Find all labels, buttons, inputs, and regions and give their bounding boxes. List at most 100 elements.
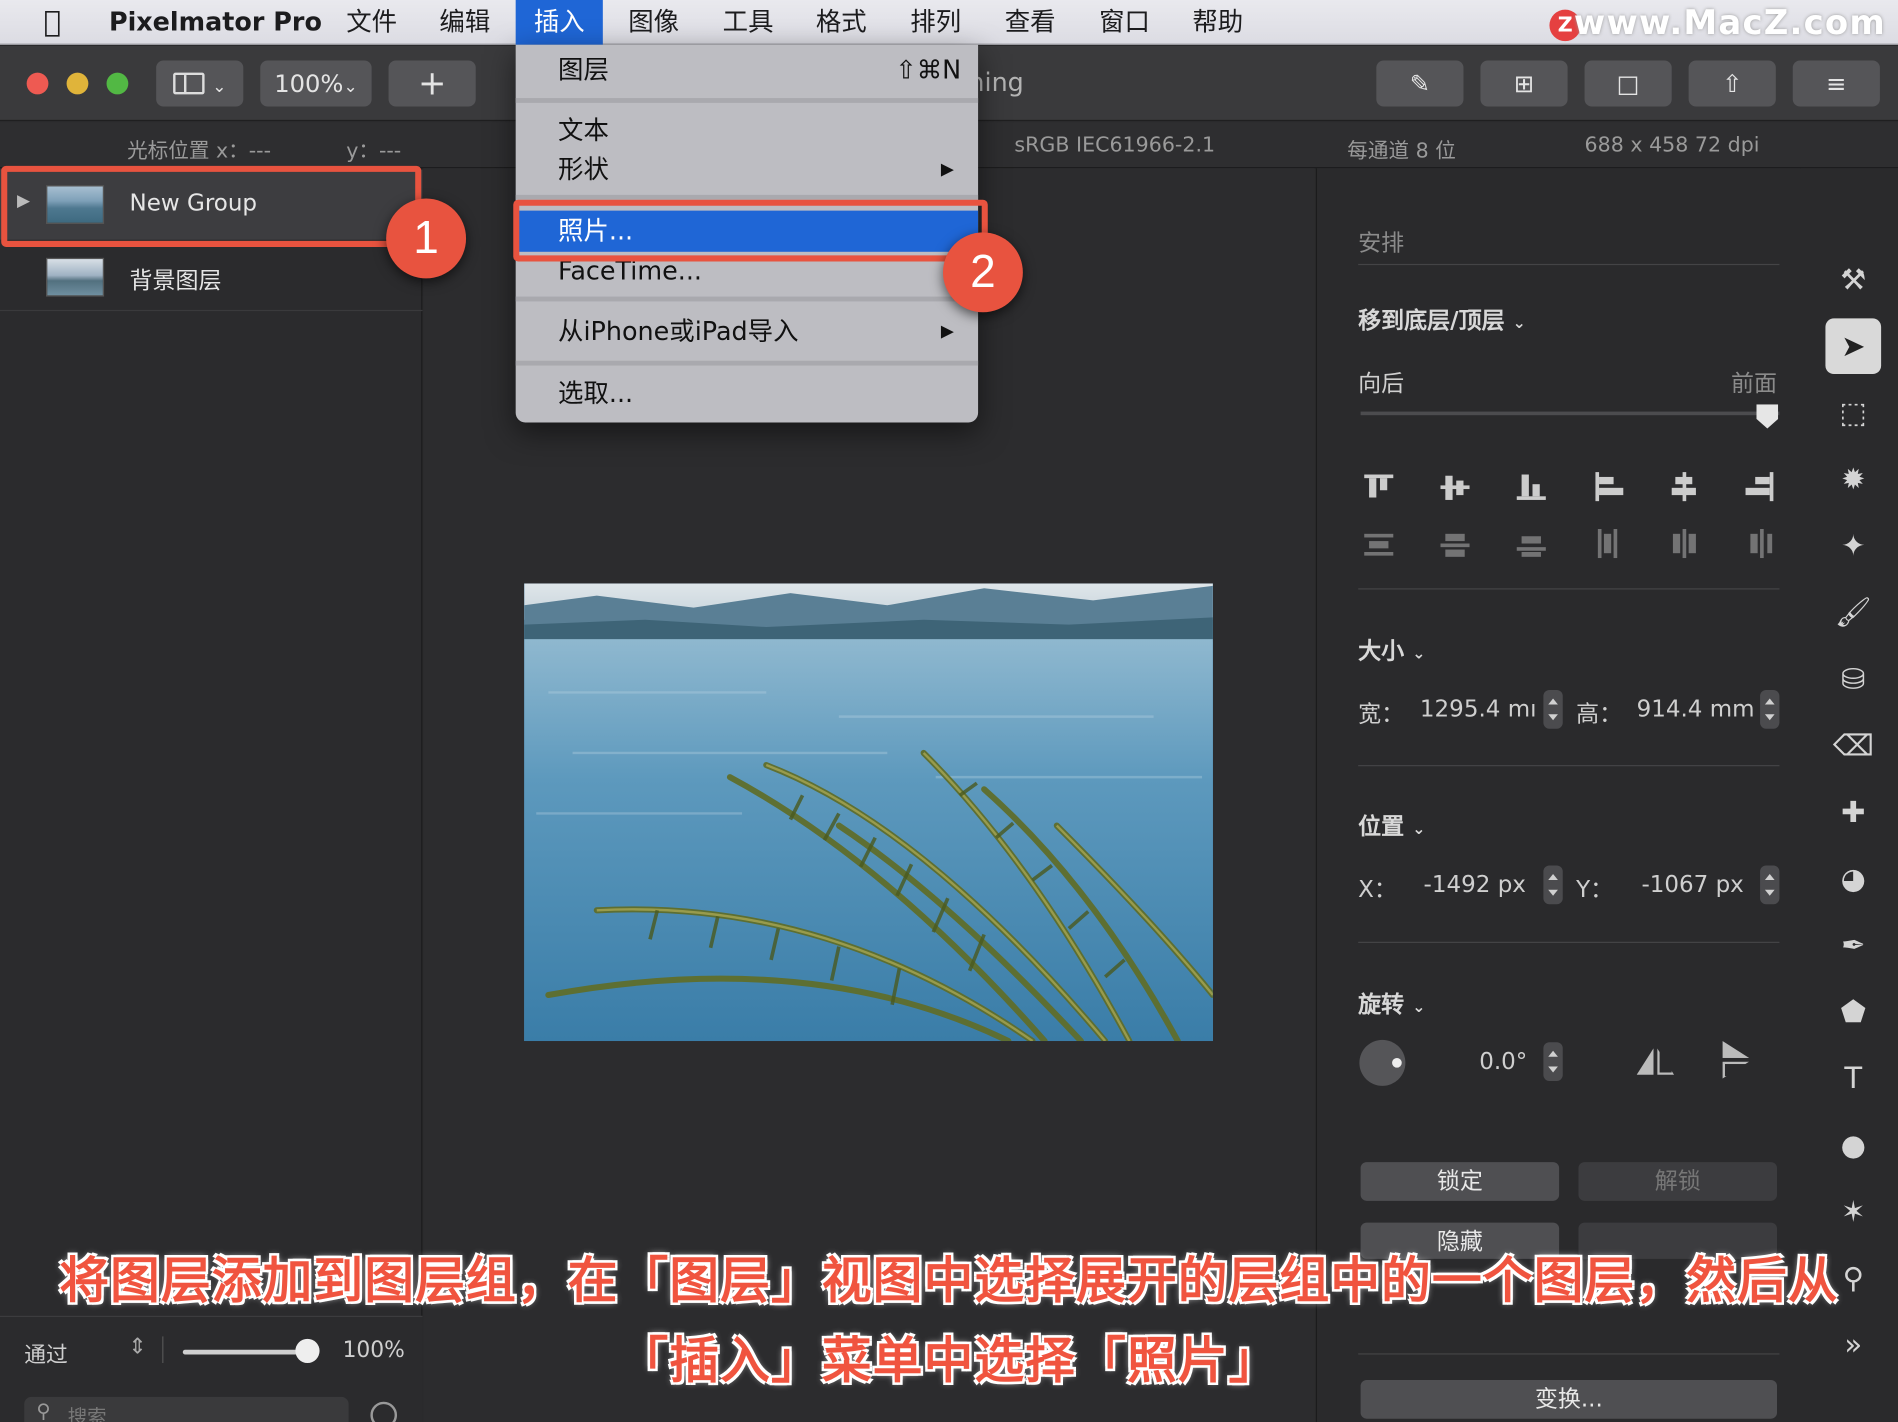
apple-icon[interactable]:  [34,0,71,45]
highlight-box-photo [513,200,988,262]
menu-window[interactable]: 窗口 [1089,0,1159,45]
menu-item-layer[interactable]: 图层⇧⌘N [516,50,978,91]
align-hcenter-icon[interactable] [1669,472,1700,503]
selection-tool-icon[interactable]: ⬚ [1825,385,1881,441]
close-window-button[interactable] [27,73,49,95]
app-menu[interactable]: Pixelmator Pro [99,0,331,45]
move-to-section[interactable]: 移到底层/顶层 ⌄ [1358,303,1526,336]
clone-stamp-icon[interactable]: ◕ [1825,851,1881,907]
arrange-slider[interactable] [1361,412,1780,416]
layer-row-background[interactable]: 背景图层 [0,241,422,311]
retouch-tool-button[interactable]: ✎ [1376,61,1463,107]
menu-insert[interactable]: 插入 [516,0,603,45]
share-button[interactable]: ⇧ [1689,61,1776,107]
paint-bucket-icon[interactable]: ⛁ [1825,651,1881,707]
pointer-tool-icon[interactable]: ➤ [1825,318,1881,374]
chevron-down-icon: ⌄ [1513,315,1526,333]
menu-item-shape[interactable]: 形状▶ [516,149,978,190]
height-stepper[interactable] [1760,690,1779,729]
color-adjust-icon[interactable]: ● [1825,1117,1881,1173]
canvas-image[interactable] [524,583,1213,1041]
chevron-down-icon: ⌄ [212,77,226,96]
back-label: 向后 [1358,366,1404,399]
rotate-section[interactable]: 旋转 ⌄ [1358,987,1425,1020]
width-stepper[interactable] [1543,690,1562,729]
rotation-stepper[interactable] [1543,1042,1562,1081]
sidebar-toggle-button[interactable]: ⌄ [156,61,243,107]
distribute-vcenter-icon[interactable] [1440,529,1471,560]
divider [1358,765,1779,766]
height-label: 高： [1576,696,1622,729]
layer-search-field[interactable]: ⚲ 搜索 [24,1397,348,1422]
align-vcenter-icon[interactable] [1440,472,1471,503]
menu-bar:  Pixelmator Pro 文件 编辑 插入 图像 工具 格式 排列 查看… [0,0,1898,45]
watermark: www.MacZ.com [1574,2,1886,42]
size-section[interactable]: 大小 ⌄ [1358,633,1425,666]
shape-tool-icon[interactable]: ⬟ [1825,984,1881,1040]
effects-tool-icon[interactable]: ✶ [1825,1184,1881,1240]
x-label: X： [1358,872,1397,905]
menu-arrange[interactable]: 排列 [901,0,971,45]
distribute-top-icon[interactable] [1364,529,1395,560]
layer-thumbnail [46,258,104,297]
repair-tool-icon[interactable]: ✚ [1825,784,1881,840]
distribute-bottom-icon[interactable] [1517,529,1548,560]
adjustments-button[interactable]: ≡ [1793,61,1880,107]
menu-view[interactable]: 查看 [995,0,1065,45]
filter-icon[interactable] [370,1402,397,1422]
width-field[interactable]: 1295.4 mı [1420,696,1537,723]
pen-tool-icon[interactable]: ✒ [1825,918,1881,974]
layers-panel: ▶ New Group 背景图层 [0,168,422,1422]
zoom-window-button[interactable] [107,73,129,95]
eraser-icon[interactable]: ⌫ [1825,718,1881,774]
distribute-right-icon[interactable] [1746,529,1777,560]
bandage-icon: ✎ [1410,69,1430,98]
rotation-field[interactable]: 0.0° [1479,1048,1527,1075]
flip-vertical-icon[interactable] [1720,1041,1751,1080]
menu-edit[interactable]: 编辑 [430,0,500,45]
share-icon: ⇧ [1722,69,1742,98]
paint-brush-icon[interactable]: 🖌 [1825,585,1881,641]
align-left-icon[interactable] [1593,472,1624,503]
rotation-dial[interactable] [1359,1040,1405,1086]
magic-wand-icon[interactable]: ✦ [1825,518,1881,574]
menu-item-import-iphone[interactable]: 从iPhone或iPad导入▶ [516,311,978,352]
y-field[interactable]: -1067 px [1641,872,1743,899]
position-section[interactable]: 位置 ⌄ [1358,809,1425,842]
flip-horizontal-icon[interactable] [1637,1046,1676,1077]
search-icon: ⚲ [36,1399,50,1422]
menu-item-text[interactable]: 文本 [516,110,978,151]
y-label: Y： [1576,872,1613,905]
y-stepper[interactable] [1760,866,1779,905]
unlock-button[interactable]: 解锁 [1578,1162,1777,1201]
height-field[interactable]: 914.4 mm [1637,696,1755,723]
add-button[interactable]: + [389,61,476,107]
crop-button[interactable]: ⊞ [1480,61,1567,107]
menu-image[interactable]: 图像 [619,0,689,45]
align-top-icon[interactable] [1364,472,1395,503]
align-bottom-icon[interactable] [1517,472,1548,503]
format-button[interactable]: □ [1585,61,1672,107]
layer-name: 背景图层 [130,263,222,296]
menu-item-choose[interactable]: 选取... [516,373,978,414]
lasso-tool-icon[interactable]: ✹ [1825,452,1881,508]
chevron-down-icon: ⌄ [343,77,357,96]
distribute-hcenter-icon[interactable] [1669,529,1700,560]
menu-tools[interactable]: 工具 [713,0,783,45]
menu-file[interactable]: 文件 [337,0,407,45]
zoom-dropdown[interactable]: 100%⌄ [260,61,371,107]
sidebar-icon [173,72,204,94]
menu-help[interactable]: 帮助 [1183,0,1253,45]
arrange-tool-icon[interactable]: ⚒ [1825,252,1881,308]
cursor-x: 光标位置 x：--- [127,133,271,163]
submenu-arrow-icon: ▶ [941,149,954,190]
menu-format[interactable]: 格式 [806,0,876,45]
x-stepper[interactable] [1543,866,1562,905]
align-right-icon[interactable] [1746,472,1777,503]
x-field[interactable]: -1492 px [1424,872,1526,899]
lock-button[interactable]: 锁定 [1361,1162,1560,1201]
minimize-window-button[interactable] [67,73,89,95]
text-tool-icon[interactable]: T [1825,1051,1881,1107]
submenu-arrow-icon: ▶ [941,311,954,352]
distribute-left-icon[interactable] [1593,529,1624,560]
